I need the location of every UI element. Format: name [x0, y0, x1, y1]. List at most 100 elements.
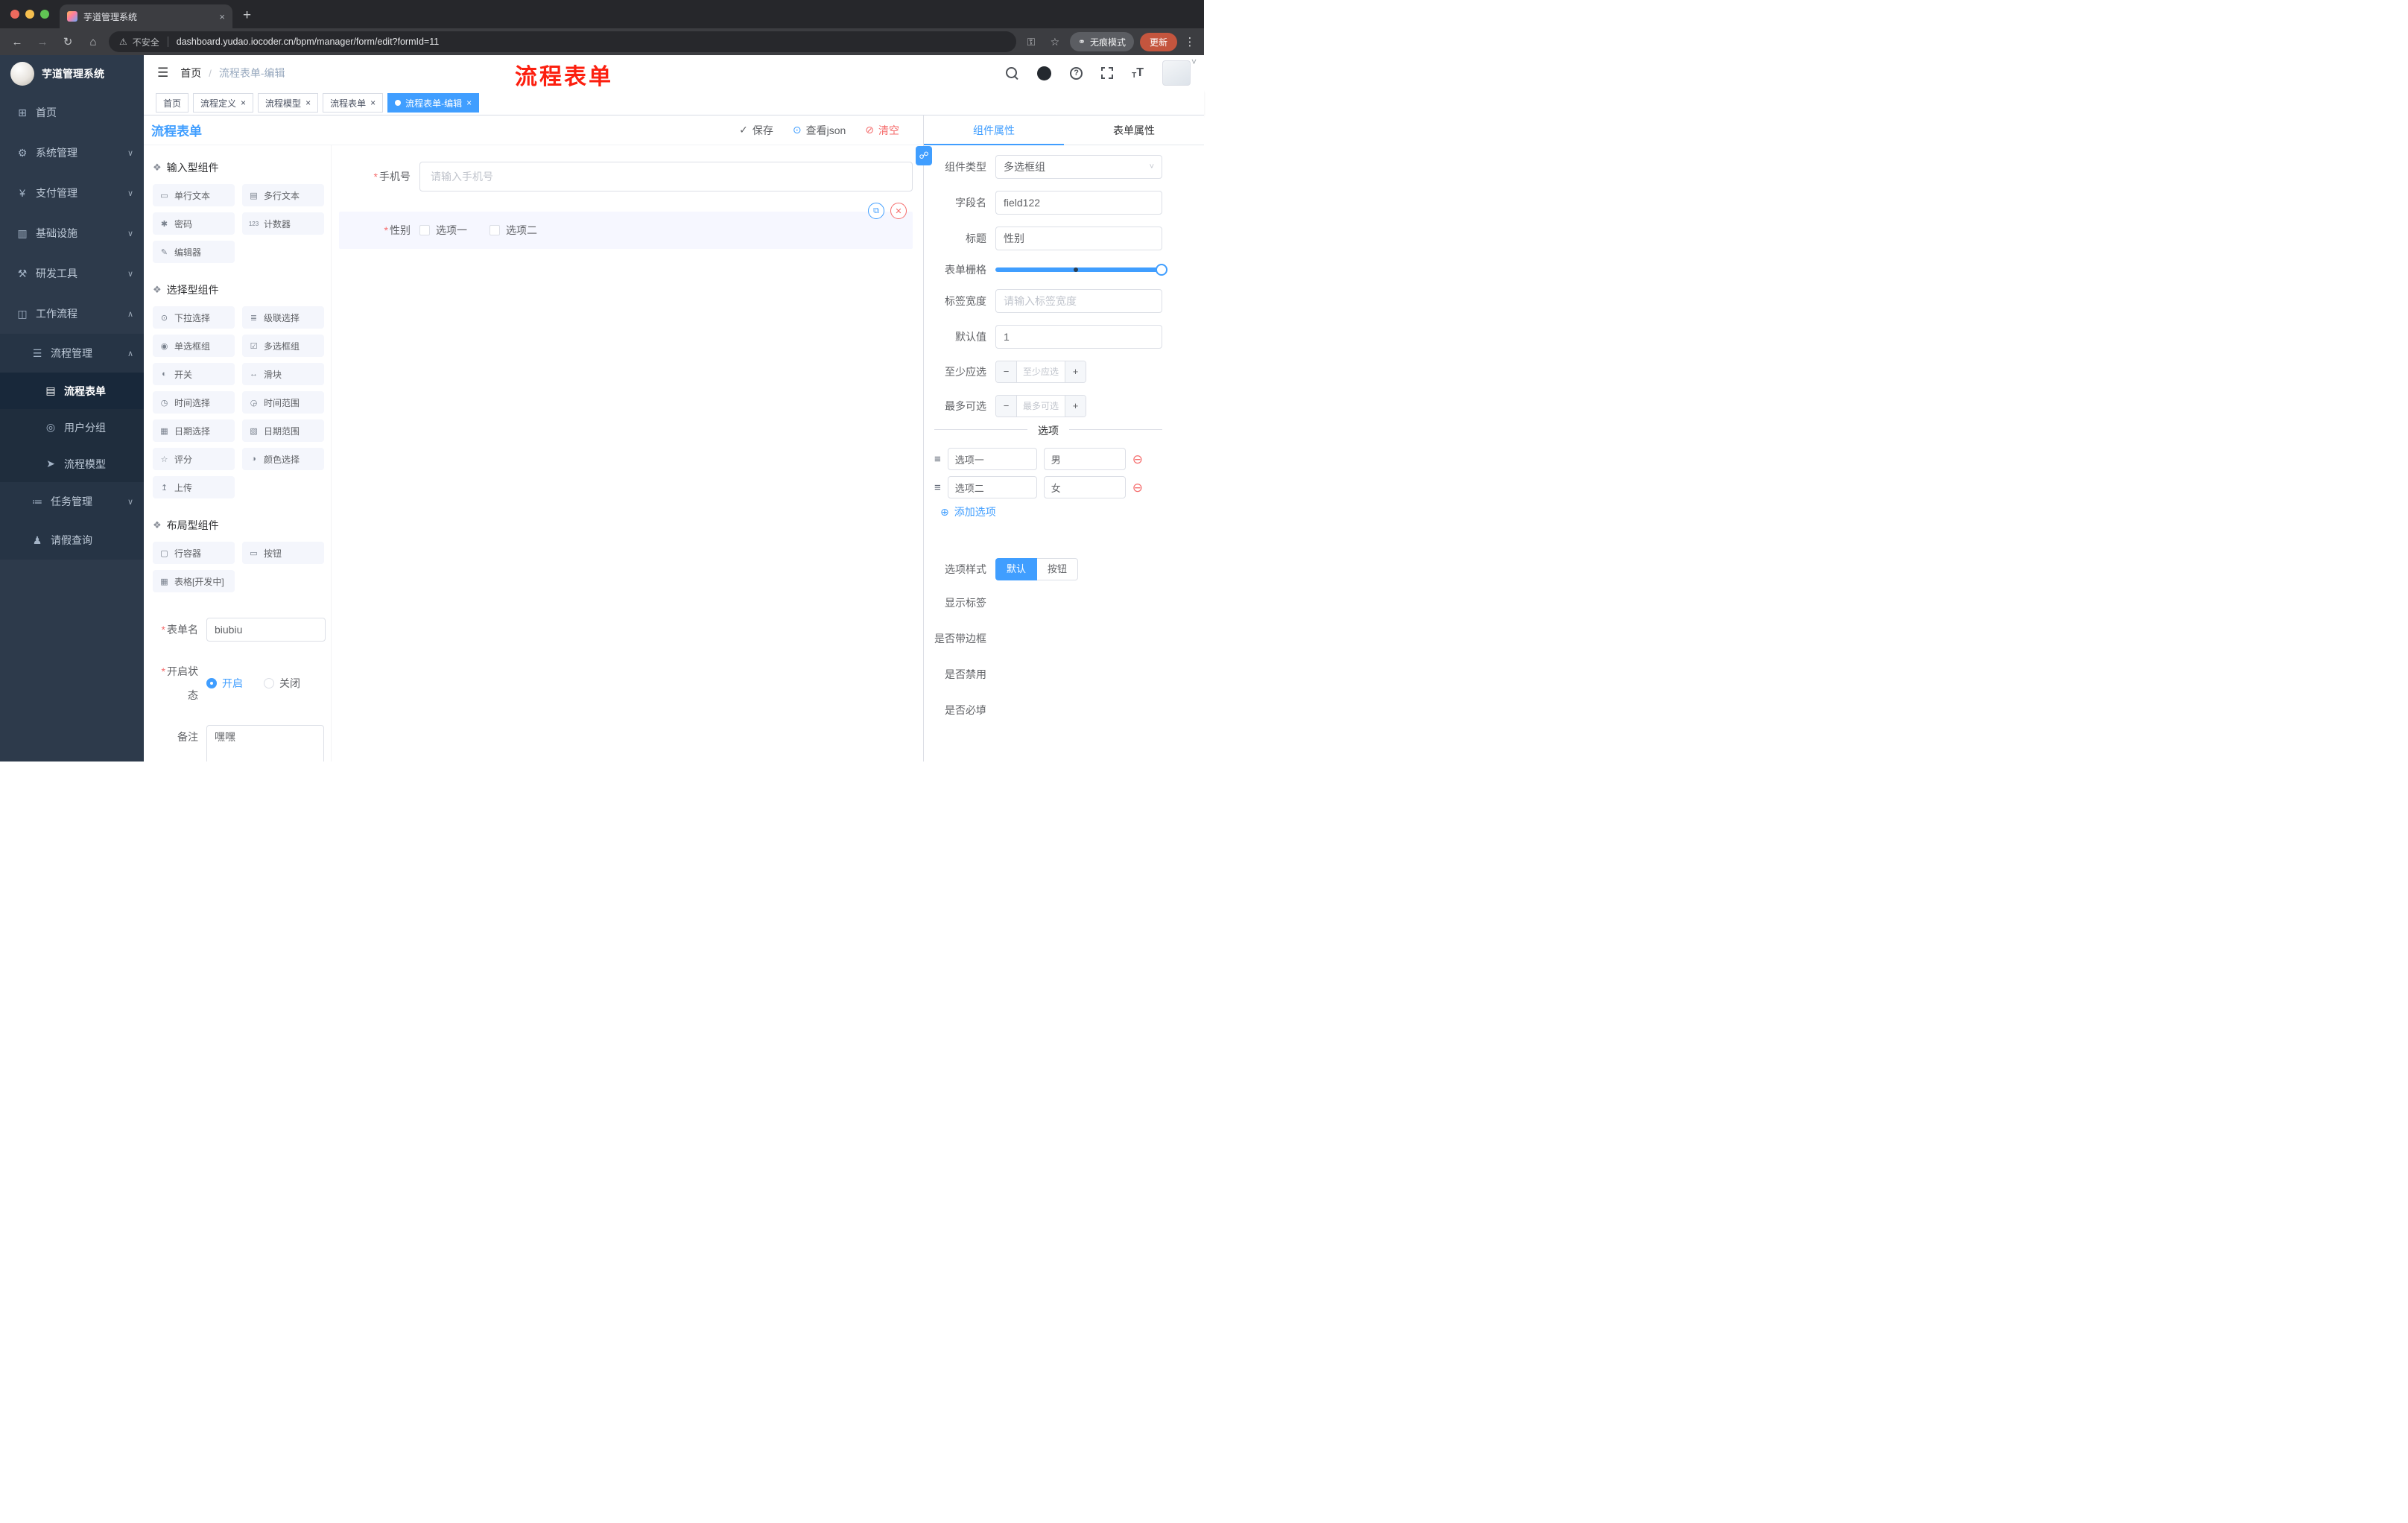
- browser-tab[interactable]: 芋道管理系统 ×: [60, 4, 232, 28]
- tag-home[interactable]: 首页: [156, 93, 189, 113]
- gender-option2-checkbox[interactable]: 选项二: [489, 223, 537, 238]
- new-tab-button[interactable]: +: [243, 7, 251, 24]
- minus-icon[interactable]: −: [996, 396, 1017, 417]
- sidebar-item-devtools[interactable]: ⚒ 研发工具 ∨: [0, 253, 144, 294]
- max-select-input[interactable]: [1017, 396, 1065, 417]
- home-icon[interactable]: ⌂: [83, 36, 103, 48]
- tab-component-props[interactable]: 组件属性: [924, 115, 1064, 145]
- url-text[interactable]: dashboard.yudao.iocoder.cn/bpm/manager/f…: [177, 37, 439, 47]
- component-item-date-range[interactable]: ▧ 日期范围: [242, 419, 324, 442]
- default-value-input[interactable]: [995, 325, 1162, 349]
- form-grid-slider[interactable]: [995, 264, 1167, 276]
- link-icon[interactable]: ☍: [916, 146, 932, 165]
- component-item-rate[interactable]: ☆ 评分: [153, 448, 235, 470]
- status-off-radio[interactable]: 关闭: [264, 671, 300, 695]
- bookmark-star-icon[interactable]: ☆: [1046, 36, 1064, 48]
- gender-option1-checkbox[interactable]: 选项一: [419, 223, 467, 238]
- component-item-date-picker[interactable]: ▦ 日期选择: [153, 419, 235, 442]
- phone-field-row[interactable]: * 手机号: [339, 162, 913, 191]
- delete-component-icon[interactable]: ✕: [890, 203, 907, 219]
- component-item-color-picker[interactable]: ◑ 颜色选择: [242, 448, 324, 470]
- component-item-time-range[interactable]: ◶ 时间范围: [242, 391, 324, 414]
- incognito-badge[interactable]: ⚭ 无痕模式: [1069, 32, 1134, 51]
- sidebar-collapse-icon[interactable]: ☰: [153, 66, 173, 80]
- close-icon[interactable]: ×: [370, 98, 376, 108]
- sidebar-item-home[interactable]: ⊞ 首页: [0, 92, 144, 133]
- view-json-button[interactable]: ⊙ 查看json: [793, 123, 846, 138]
- zoom-window-button[interactable]: [40, 10, 49, 19]
- tab-close-icon[interactable]: ×: [219, 11, 225, 22]
- search-icon[interactable]: [1006, 66, 1018, 80]
- form-remark-textarea[interactable]: 嘿嘿: [206, 725, 324, 762]
- save-button[interactable]: ✓ 保存: [739, 123, 773, 138]
- component-item-switch[interactable]: ◐ 开关: [153, 363, 235, 385]
- component-item-multi-line-text[interactable]: ▤ 多行文本: [242, 184, 324, 206]
- remove-option-icon[interactable]: ⊖: [1132, 481, 1143, 494]
- sidebar-item-task-management[interactable]: ≔ 任务管理 ∨: [0, 482, 144, 521]
- plus-icon[interactable]: +: [1065, 396, 1086, 417]
- browser-menu-icon[interactable]: ⋮: [1183, 35, 1197, 48]
- avatar[interactable]: [1162, 60, 1191, 86]
- component-item-table[interactable]: ▦ 表格[开发中]: [153, 570, 235, 592]
- min-select-input[interactable]: [1017, 361, 1065, 382]
- sidebar-item-workflow[interactable]: ◫ 工作流程 ∧: [0, 294, 144, 334]
- title-input[interactable]: [995, 227, 1162, 250]
- option-style-button-button[interactable]: 按钮: [1037, 558, 1079, 580]
- help-icon[interactable]: ?: [1070, 66, 1083, 80]
- github-icon[interactable]: [1037, 66, 1052, 80]
- component-item-select[interactable]: ⊙ 下拉选择: [153, 306, 235, 329]
- component-item-radio-group[interactable]: ◉ 单选框组: [153, 335, 235, 357]
- fullscreen-icon[interactable]: [1100, 66, 1115, 80]
- security-label[interactable]: 不安全: [133, 36, 159, 48]
- drag-handle-icon[interactable]: ≡: [934, 481, 941, 494]
- remove-option-icon[interactable]: ⊖: [1132, 453, 1143, 466]
- component-item-upload[interactable]: ↥ 上传: [153, 476, 235, 498]
- sidebar-item-process-management[interactable]: ☰ 流程管理 ∧: [0, 334, 144, 373]
- minimize-window-button[interactable]: [25, 10, 34, 19]
- component-item-checkbox-group[interactable]: ☑ 多选框组: [242, 335, 324, 357]
- option-style-default-button[interactable]: 默认: [995, 558, 1038, 580]
- component-item-time-picker[interactable]: ◷ 时间选择: [153, 391, 235, 414]
- breadcrumb-home[interactable]: 首页: [180, 66, 201, 80]
- update-button[interactable]: 更新: [1139, 32, 1177, 51]
- address-bar[interactable]: ⚠ 不安全 dashboard.yudao.iocoder.cn/bpm/man…: [109, 31, 1016, 52]
- option-value-input[interactable]: [1043, 448, 1126, 470]
- add-option-button[interactable]: ⊕ 添加选项: [940, 504, 1162, 519]
- selected-gender-field[interactable]: ⧉ ✕ * 性别 选项一 选项二: [339, 203, 913, 249]
- forward-icon[interactable]: →: [33, 36, 52, 48]
- back-icon[interactable]: ←: [7, 36, 27, 48]
- sidebar-item-process-form[interactable]: ▤ 流程表单: [0, 373, 144, 409]
- tag-process-form[interactable]: 流程表单 ×: [323, 93, 384, 113]
- copy-component-icon[interactable]: ⧉: [868, 203, 884, 219]
- component-item-row-container[interactable]: ▢ 行容器: [153, 542, 235, 564]
- label-width-input[interactable]: [995, 289, 1162, 313]
- component-item-counter[interactable]: 123 计数器: [242, 212, 324, 235]
- sidebar-item-infrastructure[interactable]: ▥ 基础设施 ∨: [0, 213, 144, 253]
- close-icon[interactable]: ×: [466, 98, 472, 108]
- field-name-input[interactable]: [995, 191, 1162, 215]
- tab-form-props[interactable]: 表单属性: [1064, 115, 1204, 145]
- reload-icon[interactable]: ↻: [58, 35, 77, 48]
- component-item-cascader[interactable]: ≣ 级联选择: [242, 306, 324, 329]
- password-key-icon[interactable]: ⚿: [1022, 36, 1040, 48]
- component-item-editor[interactable]: ✎ 编辑器: [153, 241, 235, 263]
- form-canvas[interactable]: *手机号 ⧉ ✕ *性别 选项一: [332, 145, 923, 762]
- close-icon[interactable]: ×: [241, 98, 246, 108]
- sidebar-item-payment[interactable]: ¥ 支付管理 ∨: [0, 173, 144, 213]
- component-type-select[interactable]: 多选框组 ˅: [995, 155, 1162, 179]
- component-item-single-line-text[interactable]: ▭ 单行文本: [153, 184, 235, 206]
- component-item-password[interactable]: ✱ 密码: [153, 212, 235, 235]
- plus-icon[interactable]: +: [1065, 361, 1086, 382]
- sidebar-item-user-group[interactable]: ◎ 用户分组: [0, 409, 144, 446]
- tag-process-form-edit[interactable]: 流程表单-编辑 ×: [387, 93, 480, 113]
- option-value-input[interactable]: [1043, 476, 1126, 498]
- font-size-icon[interactable]: TT: [1132, 66, 1144, 80]
- close-window-button[interactable]: [10, 10, 19, 19]
- browser-dropdown-chevron[interactable]: ˅: [1191, 57, 1197, 67]
- minus-icon[interactable]: −: [996, 361, 1017, 382]
- tag-process-model[interactable]: 流程模型 ×: [258, 93, 319, 113]
- phone-input[interactable]: [419, 162, 913, 191]
- component-item-button[interactable]: ▭ 按钮: [242, 542, 324, 564]
- close-icon[interactable]: ×: [305, 98, 311, 108]
- sidebar-item-process-model[interactable]: ➤ 流程模型: [0, 446, 144, 482]
